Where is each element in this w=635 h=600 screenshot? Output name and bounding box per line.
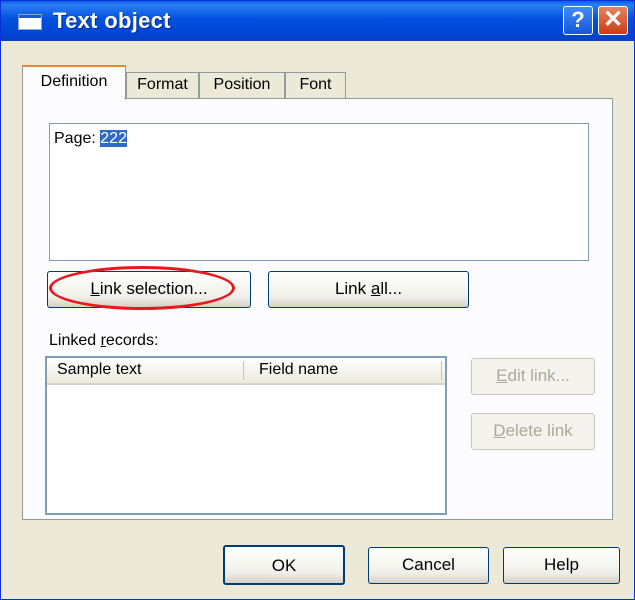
column-header-field-name[interactable]: Field name bbox=[259, 358, 338, 383]
close-icon[interactable]: ✕ bbox=[598, 6, 628, 35]
definition-text-area[interactable]: Page: 222 bbox=[49, 123, 589, 261]
link-all-button[interactable]: Link all... bbox=[268, 271, 469, 308]
window-icon bbox=[18, 14, 42, 30]
column-header-sample-text[interactable]: Sample text bbox=[57, 358, 141, 383]
text-object-dialog: Text object ? ✕ Definition Format Positi… bbox=[0, 0, 635, 600]
tab-format[interactable]: Format bbox=[126, 72, 199, 99]
tab-definition[interactable]: Definition bbox=[22, 65, 126, 100]
linked-records-label: Linked records: bbox=[49, 332, 159, 349]
highlight-ellipse bbox=[49, 266, 235, 310]
text-prefix: Page: bbox=[54, 130, 101, 147]
column-divider[interactable] bbox=[243, 361, 244, 380]
tab-font[interactable]: Font bbox=[285, 72, 346, 99]
cancel-button[interactable]: Cancel bbox=[368, 547, 489, 584]
tab-position[interactable]: Position bbox=[199, 72, 285, 99]
help-icon[interactable]: ? bbox=[563, 6, 593, 35]
selected-text: 222 bbox=[100, 130, 127, 147]
delete-link-button[interactable]: Delete link bbox=[471, 413, 595, 450]
title-bar[interactable]: Text object ? ✕ bbox=[1, 1, 634, 41]
linked-records-list[interactable]: Sample text Field name bbox=[45, 356, 447, 515]
ok-button[interactable]: OK bbox=[223, 545, 345, 585]
window-title: Text object bbox=[53, 8, 171, 33]
column-divider[interactable] bbox=[441, 361, 442, 380]
help-button[interactable]: Help bbox=[503, 547, 620, 584]
list-header: Sample text Field name bbox=[47, 358, 445, 385]
edit-link-button[interactable]: Edit link... bbox=[471, 358, 595, 395]
